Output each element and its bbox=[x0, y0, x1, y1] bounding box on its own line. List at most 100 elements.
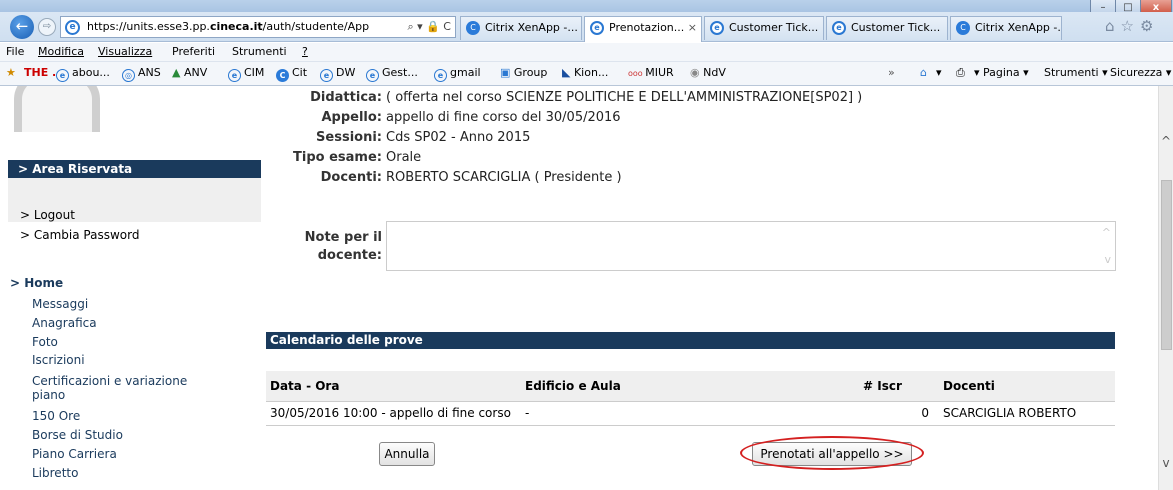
scroll-thumb[interactable] bbox=[1161, 180, 1172, 350]
docenti-value: ROBERTO SCARCIGLIA ( Presidente ) bbox=[386, 170, 622, 185]
tab-customer-2[interactable]: e Customer Tick... bbox=[826, 16, 948, 40]
tipo-esame-label: Tipo esame: bbox=[293, 150, 382, 165]
menu-help[interactable]: ? bbox=[302, 43, 308, 61]
cell-edificio-aula: - bbox=[521, 401, 859, 426]
kion-icon: ◣ bbox=[562, 66, 574, 79]
home-link[interactable]: > Home bbox=[10, 276, 63, 290]
fav-label: MIUR bbox=[645, 66, 674, 79]
favorites-overflow[interactable]: » bbox=[888, 62, 895, 84]
tab-prenotazione[interactable]: e Prenotazion... × bbox=[584, 16, 702, 42]
textarea-scroll-down-icon[interactable]: v bbox=[1104, 253, 1111, 266]
menu-visualizza[interactable]: Visualizza bbox=[98, 43, 152, 61]
tab-label: Customer Tick... bbox=[729, 21, 819, 34]
ie-icon: e bbox=[320, 69, 333, 82]
calendario-header: Calendario delle prove bbox=[266, 332, 1115, 349]
fav-gmail[interactable]: e gmail bbox=[434, 62, 481, 84]
note-label-line2: docente: bbox=[317, 248, 382, 263]
url-prefix: https://units.esse3.pp. bbox=[87, 20, 210, 33]
tab-label: Citrix XenApp -... bbox=[485, 21, 578, 34]
menu-iscrizioni[interactable]: Iscrizioni bbox=[32, 353, 85, 368]
fav-label: gmail bbox=[450, 66, 481, 79]
fav-label: ANS bbox=[138, 66, 161, 79]
citrix-icon: C bbox=[276, 69, 289, 82]
area-riservata-header[interactable]: > Area Riservata bbox=[8, 160, 261, 178]
fav-label: Cit bbox=[292, 66, 308, 79]
col-data-ora: Data - Ora bbox=[266, 371, 521, 402]
note-docente-textarea[interactable]: ^ v bbox=[386, 221, 1116, 271]
fav-kion[interactable]: ◣ Kion... bbox=[562, 62, 608, 84]
appello-label: Appello: bbox=[321, 110, 382, 125]
menubar: File Modifica Visualizza Preferiti Strum… bbox=[0, 43, 1173, 62]
fav-anv[interactable]: ▲ ANV bbox=[172, 62, 207, 84]
ie-icon: e bbox=[228, 69, 241, 82]
favorites-star-icon[interactable]: ★ bbox=[6, 62, 16, 84]
menu-strumenti[interactable]: Strumenti bbox=[232, 43, 287, 61]
fav-miur[interactable]: ooo MIUR bbox=[628, 62, 674, 85]
ie-icon: e bbox=[56, 69, 69, 82]
menu-foto[interactable]: Foto bbox=[32, 335, 58, 350]
tab-label: Customer Tick... bbox=[851, 21, 941, 34]
citrix-icon: C bbox=[466, 21, 480, 35]
scroll-up-icon[interactable]: ^ bbox=[1159, 134, 1173, 148]
menu-certificazioni-piano[interactable]: piano bbox=[32, 388, 65, 403]
annulla-button[interactable]: Annulla bbox=[379, 442, 435, 466]
menu-messaggi[interactable]: Messaggi bbox=[32, 297, 88, 312]
fav-about[interactable]: e abou... bbox=[56, 62, 110, 84]
col-iscr: # Iscr bbox=[859, 371, 939, 402]
tipo-esame-value: Orale bbox=[386, 150, 422, 165]
back-button[interactable]: ← bbox=[10, 15, 34, 39]
tab-citrix-2[interactable]: C Citrix XenApp -... bbox=[950, 16, 1062, 40]
didattica-label: Didattica: bbox=[310, 90, 382, 105]
forward-button[interactable]: ⇨ bbox=[38, 18, 56, 36]
cambia-password-link[interactable]: > Cambia Password bbox=[20, 227, 139, 243]
avatar bbox=[14, 86, 100, 132]
url-domain: cineca.it bbox=[209, 20, 263, 33]
menu-150-ore[interactable]: 150 Ore bbox=[32, 409, 80, 424]
note-label-line1: Note per il bbox=[304, 230, 382, 245]
strumenti-menu[interactable]: Strumenti ▾ bbox=[1044, 62, 1108, 84]
menu-borse-di-studio[interactable]: Borse di Studio bbox=[32, 428, 123, 443]
fav-cit[interactable]: C Cit bbox=[276, 62, 307, 84]
home-icon[interactable]: ⌂ bbox=[920, 62, 927, 84]
menu-libretto[interactable]: Libretto bbox=[32, 466, 78, 481]
address-controls[interactable]: ⌕ ▾ 🔒 C bbox=[403, 17, 451, 37]
group-icon: ▣ bbox=[500, 66, 514, 79]
fav-ans[interactable]: ◎ ANS bbox=[122, 62, 161, 84]
print-icon[interactable]: ⎙ bbox=[956, 62, 965, 84]
ie-page-icon: e bbox=[65, 20, 80, 35]
tab-label: Prenotazion... bbox=[609, 21, 685, 34]
ndv-icon: ◉ bbox=[690, 66, 704, 79]
fav-group[interactable]: ▣ Group bbox=[500, 62, 547, 84]
menu-file[interactable]: File bbox=[6, 43, 24, 61]
fav-gest[interactable]: e Gest... bbox=[366, 62, 418, 84]
fav-ndv[interactable]: ◉ NdV bbox=[690, 62, 726, 84]
didattica-value: ( offerta nel corso SCIENZE POLITICHE E … bbox=[386, 90, 863, 105]
home-star-gear-icons[interactable]: ⌂☆⚙ bbox=[1105, 17, 1159, 35]
menu-anagrafica[interactable]: Anagrafica bbox=[32, 316, 97, 331]
sessioni-label: Sessioni: bbox=[316, 130, 382, 145]
tab-customer-1[interactable]: e Customer Tick... bbox=[704, 16, 824, 40]
menu-piano-carriera[interactable]: Piano Carriera bbox=[32, 447, 117, 462]
fav-dw[interactable]: e DW bbox=[320, 62, 355, 84]
sicurezza-menu[interactable]: Sicurezza ▾ bbox=[1110, 62, 1171, 84]
menu-certificazioni[interactable]: Certificazioni e variazione bbox=[32, 374, 187, 389]
ie-icon: e bbox=[366, 69, 379, 82]
ie-icon: e bbox=[434, 69, 447, 82]
appello-value: appello di fine corso del 30/05/2016 bbox=[386, 110, 621, 125]
ie-icon: e bbox=[832, 21, 846, 35]
fav-cim[interactable]: e CIM bbox=[228, 62, 264, 84]
fav-the[interactable]: THE . bbox=[24, 62, 56, 84]
menu-modifica[interactable]: Modifica bbox=[38, 43, 84, 61]
ie-icon: e bbox=[710, 21, 724, 35]
menu-preferiti[interactable]: Preferiti bbox=[172, 43, 215, 61]
logout-link[interactable]: > Logout bbox=[20, 207, 75, 223]
pagina-menu[interactable]: ▾ Pagina ▾ bbox=[974, 62, 1029, 84]
tab-citrix-1[interactable]: C Citrix XenApp -... bbox=[460, 16, 582, 40]
page-scrollbar[interactable]: ^ v bbox=[1158, 86, 1173, 490]
scroll-down-icon[interactable]: v bbox=[1159, 456, 1173, 470]
home-dropdown[interactable]: ▾ bbox=[936, 62, 942, 84]
tab-close-icon[interactable]: × bbox=[688, 17, 697, 39]
textarea-scroll-up-icon[interactable]: ^ bbox=[1102, 226, 1111, 239]
address-bar[interactable]: e https://units.esse3.pp.cineca.it/auth/… bbox=[60, 16, 456, 38]
page-content: > Area Riservata > Logout > Cambia Passw… bbox=[0, 86, 1158, 490]
